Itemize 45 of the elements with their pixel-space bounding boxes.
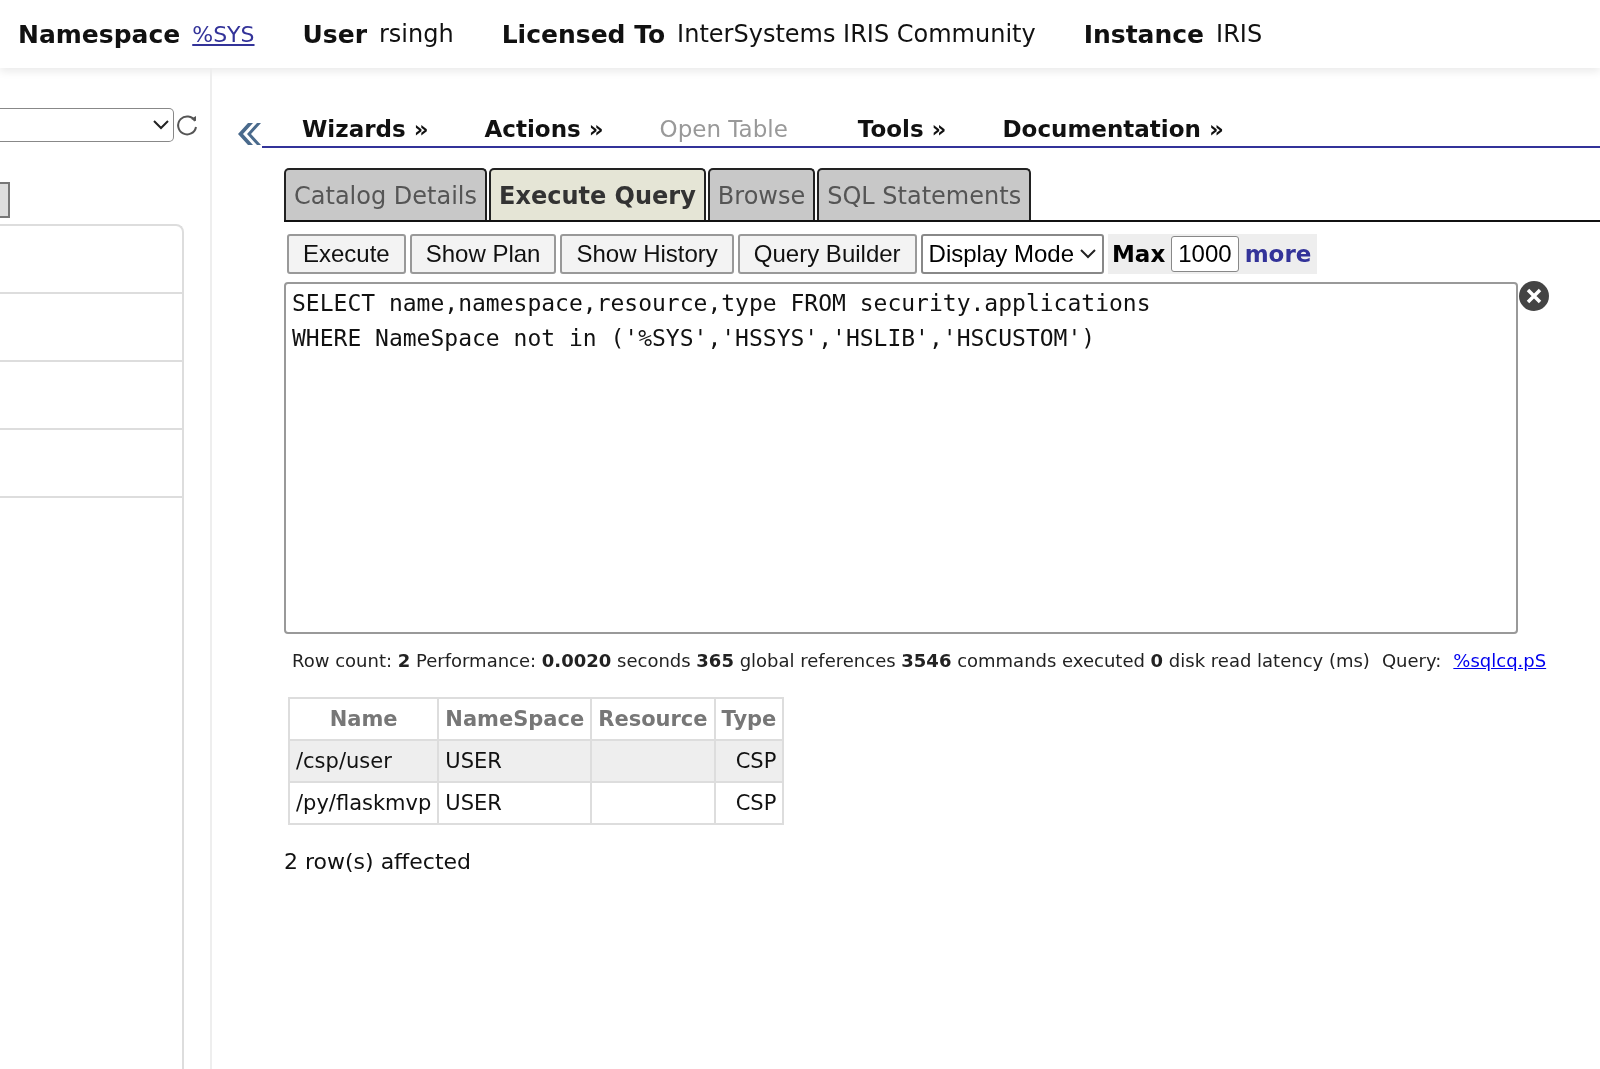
table-cell: /py/flaskmvp bbox=[289, 782, 439, 824]
namespace-link[interactable]: %SYS bbox=[192, 21, 255, 47]
table-cell: USER bbox=[438, 740, 592, 782]
menu-item[interactable]: Wizards » bbox=[302, 116, 429, 142]
refresh-icon[interactable] bbox=[176, 113, 200, 137]
header-label: User bbox=[302, 19, 367, 49]
table-cell: /csp/user bbox=[289, 740, 439, 782]
header-value: InterSystems IRIS Community bbox=[677, 20, 1036, 48]
column-header: Name bbox=[289, 698, 439, 740]
menu-item[interactable]: Tools » bbox=[857, 116, 947, 142]
toolbar-button[interactable]: Execute bbox=[287, 234, 406, 274]
tab[interactable]: Catalog Details bbox=[284, 168, 487, 220]
chevron-down-icon bbox=[1080, 249, 1096, 259]
clear-icon[interactable] bbox=[1518, 280, 1550, 312]
max-input[interactable]: 1000 bbox=[1171, 236, 1239, 272]
header-value: IRIS bbox=[1216, 20, 1263, 48]
tab[interactable]: Browse bbox=[707, 168, 816, 220]
chevron-down-icon bbox=[153, 120, 169, 130]
menu-item[interactable]: Actions » bbox=[484, 116, 604, 142]
sql-editor[interactable]: SELECT name,namespace,resource,type FROM security.applications WHERE NameSpace not in ('%SYS','HSSYS','HSLIB','HSCUSTOM') bbox=[284, 282, 1518, 634]
toolbar-button[interactable]: Query Builder bbox=[737, 234, 917, 274]
query-label: Query: bbox=[1381, 650, 1442, 671]
more-link[interactable]: more bbox=[1244, 241, 1312, 267]
toolbar-button[interactable]: Show History bbox=[560, 234, 734, 274]
table-cell: CSP bbox=[714, 782, 784, 824]
header-label: Licensed To bbox=[501, 19, 666, 49]
menu-item[interactable]: Documentation » bbox=[1002, 116, 1224, 142]
display-mode-select[interactable]: Display Mode bbox=[920, 234, 1104, 274]
column-header: Type bbox=[714, 698, 784, 740]
table-cell: CSP bbox=[714, 740, 784, 782]
tab[interactable]: Execute Query bbox=[489, 168, 706, 220]
query-stats: Row count: 2 Performance: 0.0020 seconds 365 global references 3546 commands executed 0 disk read latency (ms) bbox=[292, 650, 1370, 671]
dropdown-select[interactable] bbox=[0, 108, 174, 142]
tab[interactable]: SQL Statements bbox=[817, 168, 1032, 220]
header-label: Instance bbox=[1083, 19, 1205, 49]
side-button[interactable] bbox=[0, 182, 10, 218]
query-link[interactable]: %sqlcq.pS bbox=[1453, 650, 1547, 671]
toolbar-button[interactable]: Show Plan bbox=[409, 234, 557, 274]
column-header: Resource bbox=[591, 698, 715, 740]
header-label: Namespace bbox=[18, 19, 181, 49]
header-value: rsingh bbox=[379, 20, 454, 48]
max-label: Max bbox=[1112, 241, 1166, 267]
column-header: NameSpace bbox=[438, 698, 592, 740]
table-cell: USER bbox=[438, 782, 592, 824]
result-message: 2 row(s) affected bbox=[284, 849, 473, 874]
